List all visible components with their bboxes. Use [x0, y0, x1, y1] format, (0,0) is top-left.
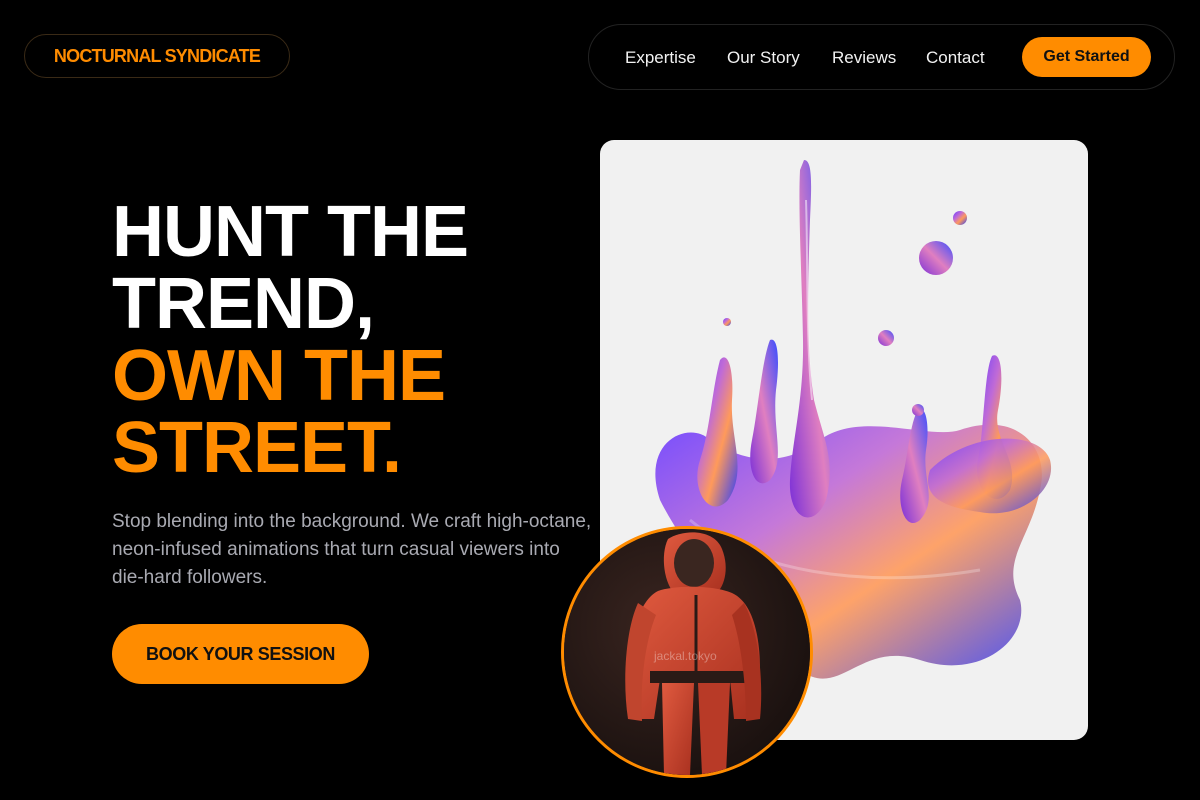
book-session-button[interactable]: BOOK YOUR SESSION [112, 624, 369, 684]
nav-link-expertise[interactable]: Expertise [625, 48, 696, 68]
avatar-watermark: jackal.tokyo [654, 649, 717, 663]
hero-headline: HUNT THE TREND, OWN THE STREET. [112, 192, 469, 488]
nav-link-our-story[interactable]: Our Story [727, 48, 800, 68]
nav-link-reviews[interactable]: Reviews [832, 48, 896, 68]
headline-line-4: STREET. [112, 408, 402, 488]
top-nav: Expertise Our Story Reviews Contact Get … [588, 24, 1175, 90]
brand-logo[interactable]: NOCTURNAL SYNDICATE [24, 34, 290, 78]
nav-link-contact[interactable]: Contact [926, 48, 985, 68]
get-started-button[interactable]: Get Started [1022, 37, 1151, 77]
headline-line-2: TREND, [112, 264, 375, 344]
hero-subtext: Stop blending into the background. We cr… [112, 511, 592, 588]
headline-line-1: HUNT THE [112, 192, 469, 272]
character-avatar: jackal.tokyo [561, 526, 813, 778]
headline-line-3: OWN THE [112, 336, 446, 416]
